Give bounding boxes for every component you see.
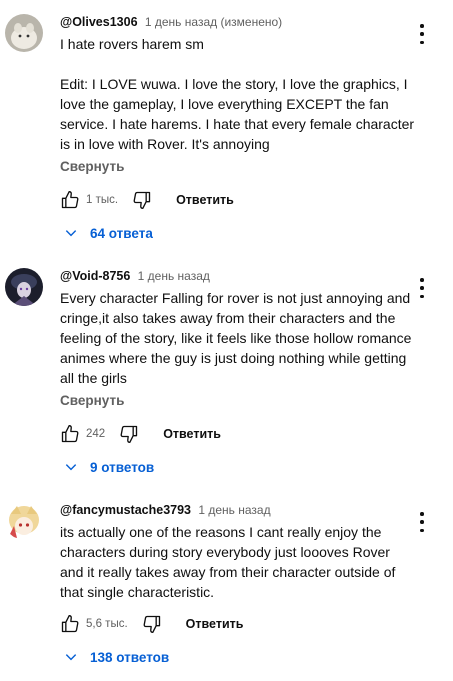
comment-actions: 5,6 тыс. Ответить	[60, 613, 243, 635]
avatar[interactable]	[5, 502, 43, 540]
thumbs-up-icon[interactable]	[60, 424, 80, 444]
comment-content: @Void-8756 1 день назад Every character …	[60, 268, 415, 410]
timestamp[interactable]: 1 день назад	[138, 269, 210, 283]
collapse-button[interactable]: Свернуть	[60, 392, 415, 410]
view-replies-button[interactable]: 9 ответов	[64, 456, 154, 478]
author-name[interactable]: @Void-8756	[60, 269, 130, 283]
thumbs-down-icon[interactable]	[132, 190, 152, 210]
view-replies-button[interactable]: 64 ответа	[64, 222, 153, 244]
more-vert-icon[interactable]	[414, 512, 430, 532]
thumbs-down-icon[interactable]	[142, 614, 162, 634]
thumbs-down-icon[interactable]	[119, 424, 139, 444]
replies-count: 9 ответов	[90, 459, 155, 475]
chevron-down-icon	[65, 230, 77, 237]
reply-button[interactable]: Ответить	[186, 617, 244, 631]
author-name[interactable]: @Olives1306	[60, 15, 138, 29]
comment-meta: @Void-8756 1 день назад	[60, 268, 415, 284]
comment-meta: @fancymustache3793 1 день назад	[60, 502, 415, 518]
like-count: 1 тыс.	[86, 194, 119, 206]
comment-text: Every character Falling for rover is not…	[60, 290, 416, 386]
chevron-down-icon	[65, 654, 77, 661]
comment-actions: 1 тыс. Ответить	[60, 189, 234, 211]
comment-meta: @Olives1306 1 день назад (изменено)	[60, 14, 415, 30]
author-name[interactable]: @fancymustache3793	[60, 503, 191, 517]
more-vert-icon[interactable]	[414, 278, 430, 298]
comment-text: I hate rovers harem sm Edit: I LOVE wuwa…	[60, 36, 415, 152]
timestamp[interactable]: 1 день назад	[198, 503, 270, 517]
comment-content: @Olives1306 1 день назад (изменено) I ha…	[60, 14, 415, 176]
comment-actions: 242 Ответить	[60, 423, 221, 445]
thumbs-up-icon[interactable]	[60, 190, 80, 210]
more-vert-icon[interactable]	[414, 24, 430, 44]
reply-button[interactable]: Ответить	[176, 193, 234, 207]
avatar[interactable]	[5, 268, 43, 306]
collapse-button[interactable]: Свернуть	[60, 158, 415, 176]
like-count: 242	[86, 428, 106, 440]
thumbs-up-icon[interactable]	[60, 614, 80, 634]
avatar[interactable]	[5, 14, 43, 52]
reply-button[interactable]: Ответить	[163, 427, 221, 441]
comment-text: its actually one of the reasons I cant r…	[60, 524, 400, 600]
replies-count: 64 ответа	[90, 225, 153, 241]
replies-count: 138 ответов	[90, 649, 170, 665]
chevron-down-icon	[65, 464, 77, 471]
comment-content: @fancymustache3793 1 день назад its actu…	[60, 502, 415, 602]
view-replies-button[interactable]: 138 ответов	[64, 646, 169, 668]
like-count: 5,6 тыс.	[86, 618, 128, 630]
timestamp[interactable]: 1 день назад (изменено)	[145, 15, 282, 29]
